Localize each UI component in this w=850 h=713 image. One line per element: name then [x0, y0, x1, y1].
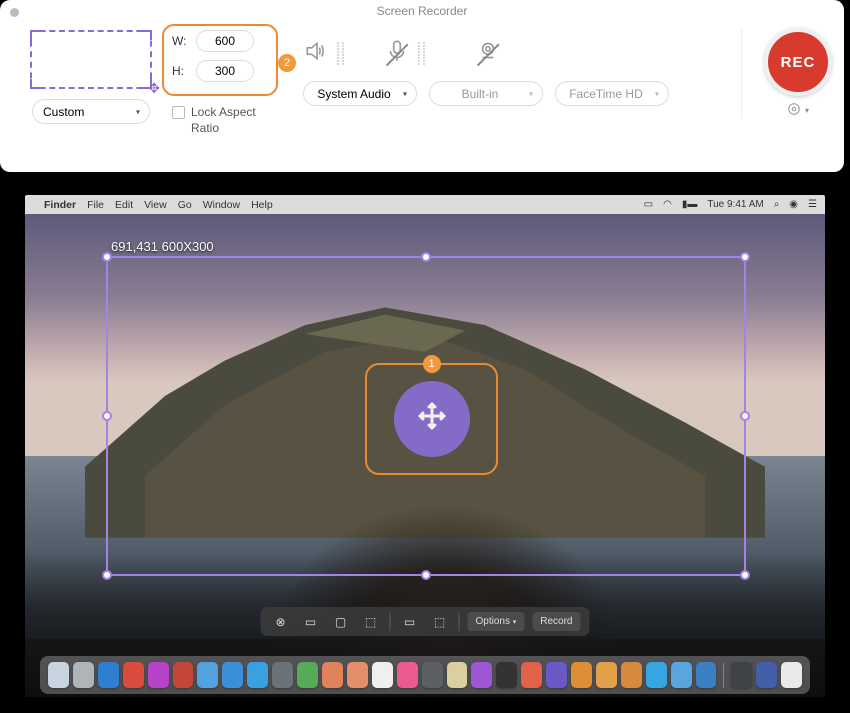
resize-handle-tl[interactable] [102, 252, 112, 262]
record-button[interactable]: REC [764, 28, 832, 96]
region-group: ✥ Custom ▾ [26, 30, 156, 124]
desktop-preview: Finder File Edit View Go Window Help ▭ ◠… [25, 195, 825, 697]
airplay-icon: ▭ [644, 199, 653, 210]
record-screen-icon[interactable]: ▭ [398, 613, 420, 631]
resize-handle-tm[interactable] [421, 252, 431, 262]
dock-icon[interactable] [197, 662, 218, 688]
lock-aspect-label: Lock Aspect Ratio [191, 104, 287, 136]
capture-window-icon[interactable]: ▢ [329, 613, 351, 631]
record-selection-icon[interactable]: ⬚ [428, 613, 450, 631]
record-action-button[interactable]: Record [532, 612, 580, 631]
height-label: H: [172, 64, 190, 78]
move-mini-icon: ✥ [148, 80, 160, 97]
mic-muted-icon[interactable] [384, 38, 410, 69]
recorder-window: Screen Recorder ✥ Custom ▾ 2 W: H: [0, 0, 844, 172]
wallpaper: 691,431 600X300 1 ⊗ ▭ ▢ ⬚ [25, 214, 825, 697]
dock-icon[interactable] [173, 662, 194, 688]
move-handle[interactable] [394, 381, 470, 457]
move-highlight-box: 1 [365, 363, 498, 475]
dock-icon[interactable] [596, 662, 617, 688]
dock [40, 656, 810, 694]
region-preset-select[interactable]: Custom [32, 99, 150, 124]
dock-icon[interactable] [372, 662, 393, 688]
dock-icon[interactable] [571, 662, 592, 688]
capture-selection-icon[interactable]: ⬚ [359, 613, 381, 631]
dock-icon[interactable] [148, 662, 169, 688]
dock-icon[interactable] [73, 662, 94, 688]
dimensions-group: 2 W: H: Lock Aspect Ratio [172, 30, 287, 136]
menu-item: Go [178, 199, 192, 211]
dock-icon[interactable] [297, 662, 318, 688]
resize-handle-tr[interactable] [740, 252, 750, 262]
camera-off-icon[interactable] [475, 38, 501, 69]
resize-handle-bl[interactable] [102, 570, 112, 580]
menu-item: Finder [44, 199, 76, 211]
menu-item: Edit [115, 199, 133, 211]
height-input[interactable] [196, 60, 254, 82]
capture-screen-icon[interactable]: ▭ [299, 613, 321, 631]
macos-screenshot-toolbar: ⊗ ▭ ▢ ⬚ ▭ ⬚ Options ▾ Record [260, 607, 589, 636]
mic-source-select[interactable]: Built-in [429, 81, 543, 106]
dock-icon[interactable] [222, 662, 243, 688]
dock-icon[interactable] [546, 662, 567, 688]
move-step-badge: 1 [423, 355, 441, 373]
mac-menubar: Finder File Edit View Go Window Help ▭ ◠… [25, 195, 825, 214]
camera-source-select[interactable]: FaceTime HD [555, 81, 669, 106]
dock-icon[interactable] [322, 662, 343, 688]
dock-icon[interactable] [447, 662, 468, 688]
region-select-graphic[interactable]: ✥ [30, 30, 152, 89]
battery-icon: ▮▬ [682, 199, 698, 210]
dock-icon[interactable] [621, 662, 642, 688]
menu-item: Window [203, 199, 240, 211]
menu-icon: ☰ [808, 199, 817, 210]
menubar-time: Tue 9:41 AM [707, 199, 763, 210]
options-button[interactable]: Options ▾ [467, 612, 524, 631]
width-label: W: [172, 34, 190, 48]
dock-icon[interactable] [521, 662, 542, 688]
dock-icon[interactable] [123, 662, 144, 688]
selection-coords-label: 691,431 600X300 [111, 239, 214, 254]
resize-handle-bm[interactable] [421, 570, 431, 580]
titlebar: Screen Recorder [0, 0, 844, 22]
dock-icon[interactable] [272, 662, 293, 688]
dock-icon[interactable] [422, 662, 443, 688]
window-close-dot[interactable] [10, 8, 19, 17]
dock-icon[interactable] [696, 662, 717, 688]
lock-aspect-checkbox[interactable] [172, 106, 185, 119]
chevron-down-icon: ▾ [805, 106, 809, 115]
dock-icon[interactable] [397, 662, 418, 688]
width-input[interactable] [196, 30, 254, 52]
dock-icon[interactable] [496, 662, 517, 688]
window-title: Screen Recorder [377, 4, 468, 18]
dock-icon[interactable] [781, 662, 802, 688]
dock-icon[interactable] [756, 662, 777, 688]
wifi-icon: ◠ [663, 199, 672, 210]
siri-icon: ◉ [789, 199, 798, 210]
menu-item: View [144, 199, 167, 211]
dock-icon[interactable] [646, 662, 667, 688]
close-icon[interactable]: ⊗ [269, 613, 291, 631]
dock-icon[interactable] [347, 662, 368, 688]
dock-icon[interactable] [671, 662, 692, 688]
dock-icon[interactable] [731, 662, 752, 688]
resize-handle-ml[interactable] [102, 411, 112, 421]
dock-icon[interactable] [48, 662, 69, 688]
dock-icon[interactable] [471, 662, 492, 688]
speaker-icon[interactable] [303, 38, 329, 69]
audio-camera-group: System Audio▾ Built-in▾ FaceTime HD▾ [303, 38, 669, 106]
record-group: REC ▾ [741, 28, 832, 119]
menu-item: File [87, 199, 104, 211]
move-arrows-icon [414, 398, 450, 441]
settings-gear-icon[interactable] [787, 102, 801, 119]
resize-handle-mr[interactable] [740, 411, 750, 421]
toolbar: ✥ Custom ▾ 2 W: H: Lock Aspect Ratio [0, 22, 844, 147]
audio-source-select[interactable]: System Audio [303, 81, 417, 106]
resize-handle-br[interactable] [740, 570, 750, 580]
menu-item: Help [251, 199, 273, 211]
dock-icon[interactable] [98, 662, 119, 688]
search-icon: ⌕ [774, 199, 780, 210]
dock-icon[interactable] [247, 662, 268, 688]
